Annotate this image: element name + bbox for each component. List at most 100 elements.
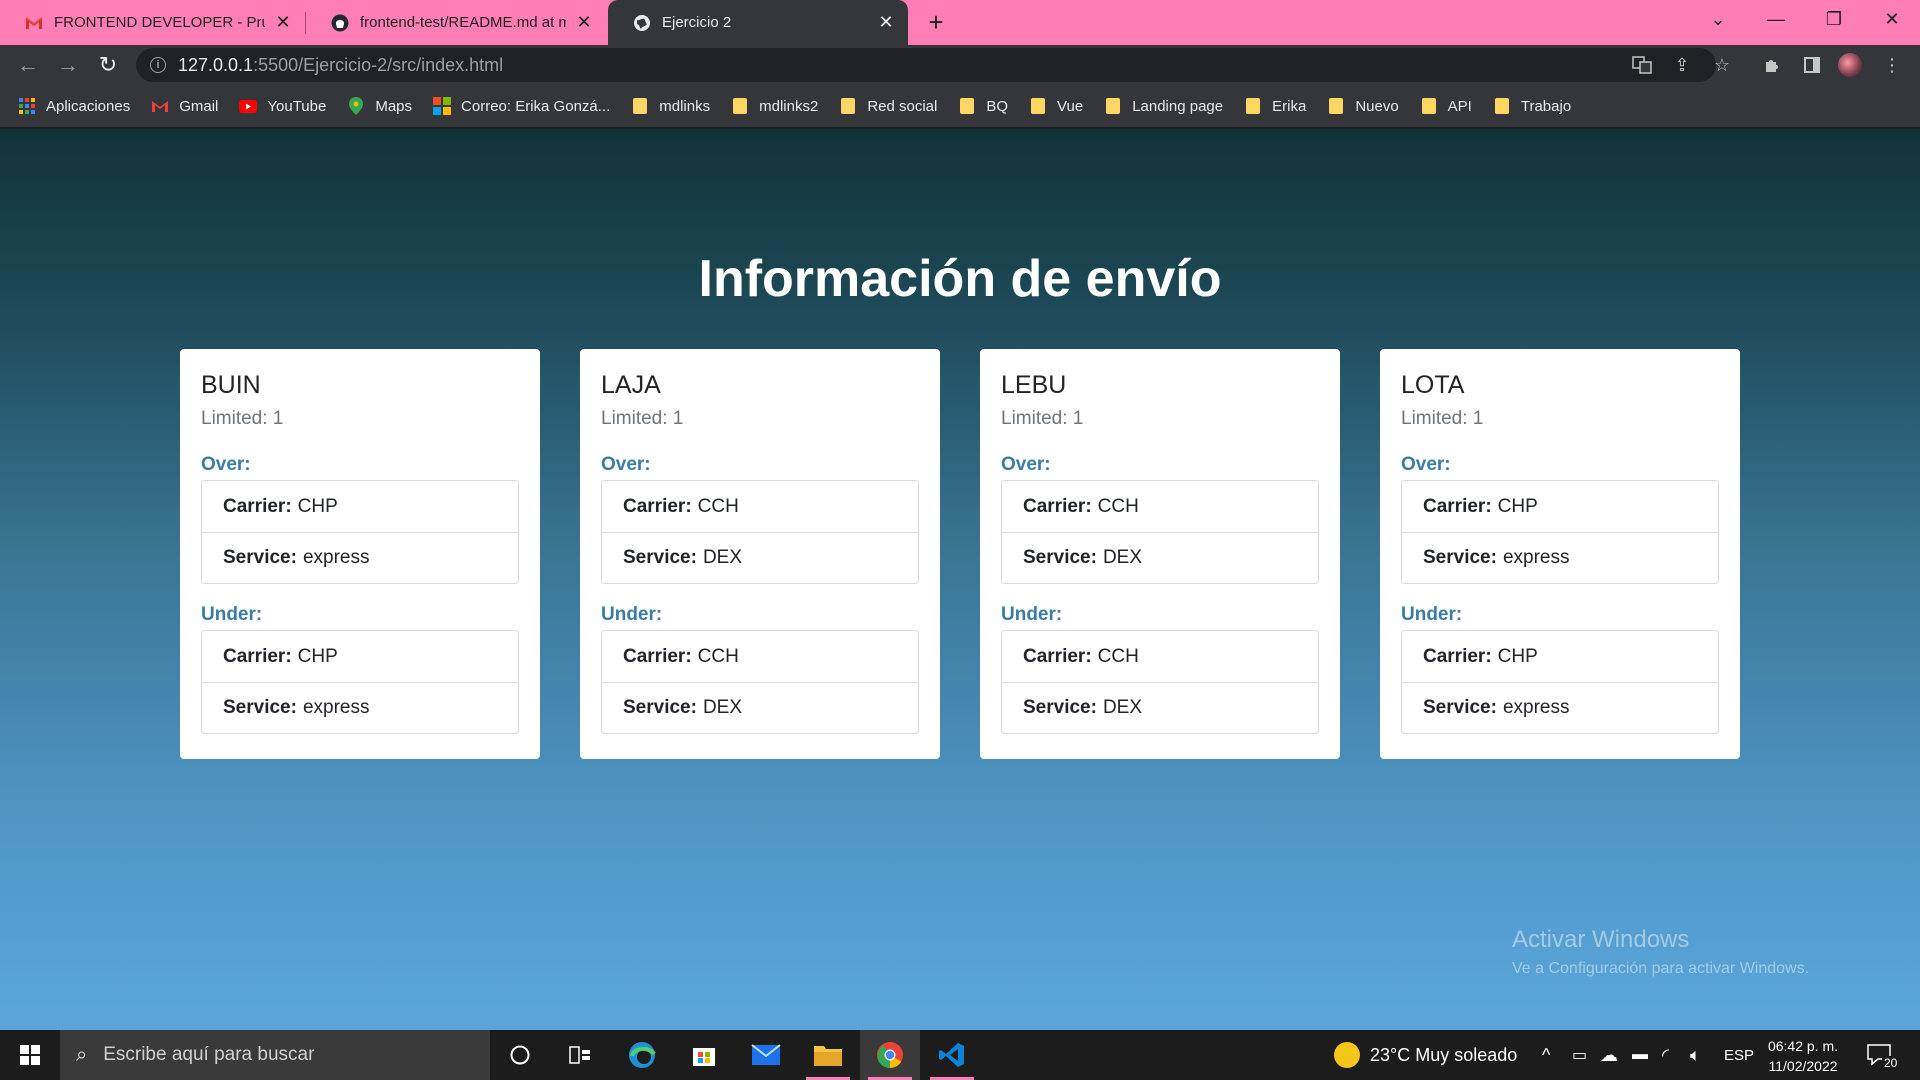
tab-ejercicio-2[interactable]: Ejercicio 2 ✕: [608, 0, 908, 45]
bookmark-gmail[interactable]: Gmail: [151, 97, 218, 115]
service-key: Service:: [623, 697, 697, 718]
bookmark-vue[interactable]: Vue: [1029, 97, 1083, 115]
bookmark-label: Trabajo: [1520, 97, 1572, 115]
wifi-icon[interactable]: ◜: [1662, 1030, 1669, 1080]
gmail-icon: [151, 97, 169, 115]
close-icon[interactable]: ✕: [273, 12, 293, 33]
carrier-key: Carrier:: [623, 645, 692, 667]
profile-avatar[interactable]: [1838, 53, 1862, 77]
gmail-icon: [24, 13, 44, 33]
over-list: Carrier: CHP Service: express: [201, 480, 519, 584]
over-list: Carrier: CHP Service: express: [1401, 480, 1719, 584]
card-title: LEBU: [1001, 371, 1067, 399]
bookmark-label: mdlinks: [659, 97, 711, 115]
weather-widget[interactable]: 23°C Muy soleado: [1334, 1030, 1517, 1080]
reload-button[interactable]: ↻: [92, 49, 124, 81]
search-placeholder: Escribe aquí para buscar: [103, 1044, 315, 1065]
battery-icon[interactable]: ▬: [1632, 1030, 1648, 1080]
service-key: Service:: [1023, 547, 1097, 568]
translate-icon[interactable]: [1628, 51, 1656, 79]
onedrive-icon[interactable]: ☁: [1600, 1030, 1618, 1080]
url-host: 127.0.0.1: [178, 54, 254, 75]
bookmark-youtube[interactable]: YouTube: [239, 97, 326, 115]
carrier-key: Carrier:: [1023, 495, 1092, 517]
meet-now-icon[interactable]: ▭: [1572, 1030, 1587, 1080]
site-info-icon[interactable]: i: [150, 57, 166, 73]
bookmark-mdlinks2[interactable]: mdlinks2: [731, 97, 818, 115]
tab-title: FRONTEND DEVELOPER - Prueba: [54, 14, 265, 31]
mail-icon[interactable]: [736, 1030, 796, 1080]
tab-github[interactable]: frontend-test/README.md at ma ✕: [306, 0, 606, 45]
forward-button[interactable]: →: [52, 49, 84, 81]
bookmark-trabajo[interactable]: Trabajo: [1493, 97, 1571, 115]
bookmark-landing-page[interactable]: Landing page: [1104, 97, 1223, 115]
carrier-row: Carrier: CHP: [1402, 631, 1718, 682]
cortana-icon[interactable]: [490, 1030, 550, 1080]
page-title: Información de envío: [698, 250, 1222, 308]
carrier-value: CHP: [297, 495, 338, 517]
shipping-card-buin: BUIN Limited: 1 Over: Carrier: CHP Servic…: [180, 349, 540, 759]
card-title: LOTA: [1401, 371, 1465, 399]
minimize-button[interactable]: —: [1748, 0, 1804, 38]
over-label: Over:: [201, 454, 251, 475]
bookmark-label: Gmail: [179, 97, 219, 115]
card-title: LAJA: [601, 371, 661, 399]
restore-button[interactable]: ❐: [1806, 0, 1862, 38]
bookmark-label: API: [1447, 97, 1472, 115]
taskbar-clock[interactable]: 06:42 p. m. 11/02/2022: [1762, 1036, 1844, 1076]
edge-icon[interactable]: [612, 1030, 672, 1080]
shipping-card-lota: LOTA Limited: 1 Over: Carrier: CHP Servic…: [1380, 349, 1740, 759]
notifications-icon[interactable]: 20: [1866, 1030, 1900, 1080]
bookmark-erika[interactable]: Erika: [1244, 97, 1306, 115]
bookmark-aplicaciones[interactable]: Aplicaciones: [18, 97, 130, 115]
chrome-icon[interactable]: [860, 1030, 920, 1080]
language-indicator[interactable]: ESP: [1724, 1030, 1754, 1080]
extensions-icon[interactable]: [1758, 51, 1786, 79]
taskbar-search-input[interactable]: ⌕ Escribe aquí para buscar: [60, 1030, 490, 1080]
bookmark-maps[interactable]: Maps: [347, 97, 412, 115]
service-value: express: [1502, 547, 1570, 568]
under-list: Carrier: CHP Service: express: [1401, 630, 1719, 734]
outlook-icon: [433, 97, 452, 115]
task-view-icon[interactable]: [550, 1030, 610, 1080]
over-label: Over:: [601, 454, 651, 475]
microsoft-store-icon[interactable]: [674, 1030, 734, 1080]
bookmark-correo[interactable]: Correo: Erika Gonzá...: [433, 97, 610, 115]
carrier-value: CHP: [1497, 495, 1538, 517]
bookmark-bq[interactable]: BQ: [958, 97, 1008, 115]
bookmark-red-social[interactable]: Red social: [839, 97, 937, 115]
bookmark-star-icon[interactable]: ☆: [1708, 51, 1736, 79]
bookmark-api[interactable]: API: [1420, 97, 1472, 115]
carrier-value: CCH: [1097, 495, 1139, 517]
bookmark-label: Red social: [867, 97, 938, 115]
tab-search-icon[interactable]: ⌄: [1690, 0, 1746, 38]
address-bar[interactable]: i 127.0.0.1 :5500/Ejercicio-2/src/index.…: [136, 48, 1716, 82]
bookmark-nuevo[interactable]: Nuevo: [1327, 97, 1399, 115]
folder-icon: [958, 97, 976, 115]
bookmark-mdlinks[interactable]: mdlinks: [631, 97, 710, 115]
new-tab-button[interactable]: +: [920, 6, 952, 38]
search-icon: ⌕: [76, 1043, 88, 1066]
show-hidden-icons-icon[interactable]: ^: [1542, 1030, 1550, 1080]
vscode-icon[interactable]: [922, 1030, 982, 1080]
menu-icon[interactable]: ⋮: [1878, 51, 1906, 79]
close-icon[interactable]: ✕: [876, 12, 896, 33]
side-panel-icon[interactable]: [1798, 51, 1826, 79]
tab-gmail[interactable]: FRONTEND DEVELOPER - Prueba ✕: [0, 0, 305, 45]
weather-text: 23°C Muy soleado: [1370, 1044, 1518, 1065]
carrier-row: Carrier: CHP: [202, 481, 518, 532]
sun-cloud-icon: [1334, 1042, 1360, 1068]
windows-start-button[interactable]: [0, 1030, 60, 1080]
share-icon[interactable]: ⇪: [1668, 51, 1696, 79]
back-button[interactable]: ←: [12, 49, 44, 81]
carrier-value: CHP: [297, 645, 338, 667]
close-window-button[interactable]: ✕: [1864, 0, 1920, 38]
volume-icon[interactable]: 🔈︎: [1690, 1030, 1701, 1080]
carrier-key: Carrier:: [223, 645, 292, 667]
service-value: DEX: [1102, 697, 1143, 718]
close-icon[interactable]: ✕: [574, 12, 594, 33]
under-label: Under:: [1401, 604, 1463, 625]
folder-icon: [1104, 97, 1122, 115]
carrier-row: Carrier: CCH: [602, 631, 918, 682]
file-explorer-icon[interactable]: [798, 1030, 858, 1080]
